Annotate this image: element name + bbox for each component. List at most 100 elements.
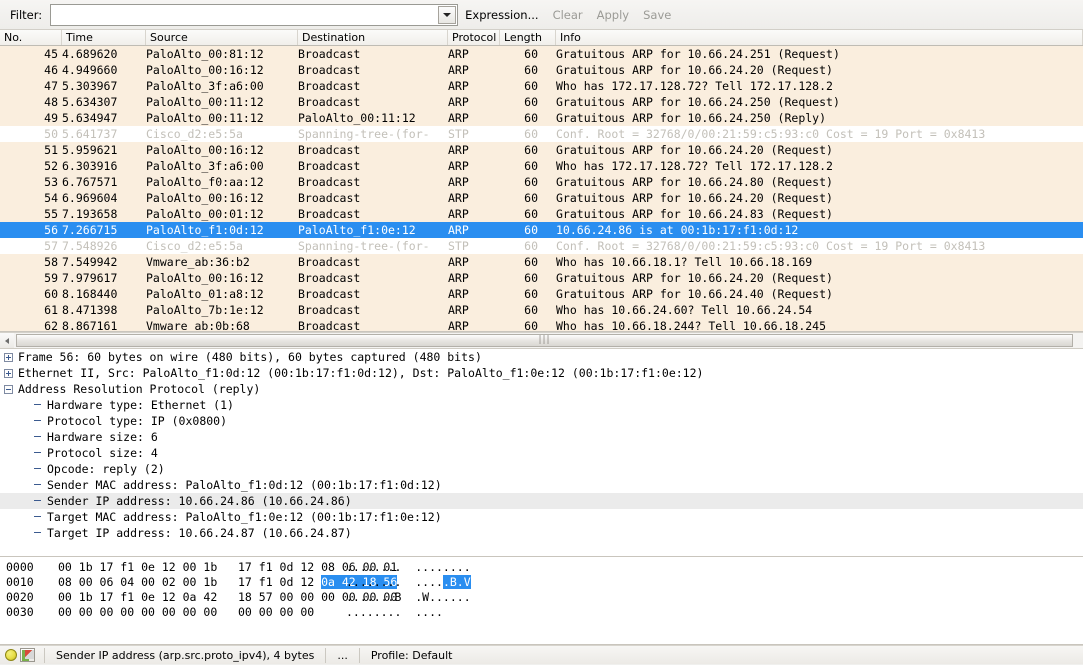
packet-cell-source: PaloAlto_7b:1e:12 <box>146 303 264 317</box>
packet-row[interactable]: 48 5.634307 PaloAlto_00:11:12 Broadcast ARP 6… <box>0 94 1083 110</box>
packet-bytes-pane[interactable]: 0000 00 1b 17 f1 0e 12 00 1b 17 f1 0d 12 … <box>0 557 1083 645</box>
chevron-down-icon[interactable] <box>438 5 457 24</box>
packet-row[interactable]: 56 7.266715 PaloAlto_f1:0d:12 PaloAlto_f1:0… <box>0 222 1083 238</box>
packet-row[interactable]: 46 4.949660 PaloAlto_00:16:12 Broadcast ARP 6… <box>0 62 1083 78</box>
packet-cell-protocol: ARP <box>448 207 469 221</box>
detail-tree-item[interactable]: Target IP address: 10.66.24.87 (10.66.24… <box>0 525 1083 541</box>
detail-tree-item[interactable]: Sender IP address: 10.66.24.86 (10.66.24… <box>0 493 1083 509</box>
hex-offset: 0030 <box>6 605 34 619</box>
packet-cell-protocol: STP <box>448 127 469 141</box>
packet-cell-no: 53 <box>44 175 58 189</box>
detail-tree-item[interactable]: Frame 56: 60 bytes on wire (480 bits), 6… <box>0 349 1083 365</box>
packet-row[interactable]: 58 7.549942 Vmware_ab:36:b2 Broadcast ARP 60 W… <box>0 254 1083 270</box>
hex-dump-row[interactable]: 0010 08 00 06 04 00 02 00 1b 17 f1 0d 12 … <box>0 575 1083 590</box>
packet-row[interactable]: 47 5.303967 PaloAlto_3f:a6:00 Broadcast ARP 6… <box>0 78 1083 94</box>
detail-tree-item[interactable]: Hardware type: Ethernet (1) <box>0 397 1083 413</box>
hex-bytes: 00 00 00 00 00 00 00 00 00 00 00 00 <box>58 605 346 620</box>
hex-ascii-plain: .......B .W...... <box>346 590 471 604</box>
column-header-length[interactable]: Length <box>500 30 556 45</box>
packet-cell-destination: Broadcast <box>298 191 361 205</box>
packet-cell-length: 60 <box>524 223 538 237</box>
packet-cell-info: Who has 10.66.24.60? Tell 10.66.24.54 <box>556 303 813 317</box>
packet-cell-length: 60 <box>524 159 538 173</box>
packet-cell-time: 5.303967 <box>62 79 118 93</box>
packet-cell-no: 46 <box>44 63 58 77</box>
collapse-minus-icon[interactable] <box>4 384 13 394</box>
filter-label: Filter: <box>10 7 43 22</box>
detail-tree-item[interactable]: Sender MAC address: PaloAlto_f1:0d:12 (0… <box>0 477 1083 493</box>
packet-row[interactable]: 52 6.303916 PaloAlto_3f:a6:00 Broadcast ARP 6… <box>0 158 1083 174</box>
detail-tree-item[interactable]: Address Resolution Protocol (reply) <box>0 381 1083 397</box>
filter-input[interactable] <box>51 4 438 25</box>
hex-dump-row[interactable]: 0020 00 1b 17 f1 0e 12 0a 42 18 57 00 00 … <box>0 590 1083 605</box>
packet-cell-protocol: ARP <box>448 95 469 109</box>
packet-cell-length: 60 <box>524 127 538 141</box>
packet-row[interactable]: 54 6.969604 PaloAlto_00:16:12 Broadcast ARP 6… <box>0 190 1083 206</box>
packet-cell-protocol: ARP <box>448 271 469 285</box>
column-header-no[interactable]: No. <box>0 30 62 45</box>
detail-tree-item[interactable]: Protocol size: 4 <box>0 445 1083 461</box>
packet-row[interactable]: 53 6.767571 PaloAlto_f0:aa:12 Broadcast ARP 6… <box>0 174 1083 190</box>
save-button[interactable]: Save <box>636 8 678 22</box>
expand-plus-icon[interactable] <box>4 352 13 362</box>
filter-combobox[interactable] <box>50 3 459 26</box>
packet-list-hscrollbar[interactable]: ||| <box>0 332 1083 349</box>
detail-tree-item[interactable]: Hardware size: 6 <box>0 429 1083 445</box>
packet-row[interactable]: 62 8.867161 Vmware_ab:0b:68 Broadcast ARP 60 W… <box>0 318 1083 331</box>
clear-button[interactable]: Clear <box>546 8 590 22</box>
status-profile-text[interactable]: Profile: Default <box>365 649 459 662</box>
expand-plus-icon[interactable] <box>4 368 13 378</box>
packet-row[interactable]: 45 4.689620 PaloAlto_00:81:12 Broadcast ARP 6… <box>0 46 1083 62</box>
yellow-circle-icon[interactable] <box>5 649 17 661</box>
column-header-source[interactable]: Source <box>146 30 298 45</box>
capture-file-icon[interactable] <box>20 648 35 662</box>
wireshark-window: Filter: Expression... Clear Apply Save N… <box>0 0 1083 665</box>
hex-ascii-plain: ........ .... <box>346 605 443 619</box>
packet-cell-source: PaloAlto_01:a8:12 <box>146 287 264 301</box>
packet-cell-destination: Broadcast <box>298 319 361 331</box>
packet-row[interactable]: 51 5.959621 PaloAlto_00:16:12 Broadcast ARP 6… <box>0 142 1083 158</box>
hex-ascii: ........ .... <box>346 605 443 620</box>
packet-cell-source: PaloAlto_00:16:12 <box>146 63 264 77</box>
column-header-info[interactable]: Info <box>556 30 1083 45</box>
packet-cell-source: PaloAlto_00:16:12 <box>146 191 264 205</box>
packet-cell-time: 8.168440 <box>62 287 118 301</box>
hex-dump-row[interactable]: 0000 00 1b 17 f1 0e 12 00 1b 17 f1 0d 12 … <box>0 560 1083 575</box>
column-header-protocol[interactable]: Protocol <box>448 30 500 45</box>
packet-list-rows[interactable]: 45 4.689620 PaloAlto_00:81:12 Broadcast ARP 6… <box>0 46 1083 331</box>
packet-row[interactable]: 59 7.979617 PaloAlto_00:16:12 Broadcast ARP 6… <box>0 270 1083 286</box>
column-header-time[interactable]: Time <box>62 30 146 45</box>
packet-row[interactable]: 49 5.634947 PaloAlto_00:11:12 PaloAlto_00:1… <box>0 110 1083 126</box>
packet-cell-protocol: ARP <box>448 191 469 205</box>
detail-tree-item[interactable]: Protocol type: IP (0x0800) <box>0 413 1083 429</box>
hex-dump-row[interactable]: 0030 00 00 00 00 00 00 00 00 00 00 00 00.… <box>0 605 1083 620</box>
packet-cell-info: Gratuitous ARP for 10.66.24.251 (Request… <box>556 47 840 61</box>
packet-row[interactable]: 55 7.193658 PaloAlto_00:01:12 Broadcast ARP 6… <box>0 206 1083 222</box>
tree-spacer <box>33 433 42 442</box>
packet-cell-source: PaloAlto_3f:a6:00 <box>146 79 264 93</box>
column-header-destination[interactable]: Destination <box>298 30 448 45</box>
hscroll-thumb[interactable]: ||| <box>16 334 1073 347</box>
packet-cell-no: 59 <box>44 271 58 285</box>
expression-button[interactable]: Expression... <box>458 8 545 22</box>
detail-tree-item[interactable]: Opcode: reply (2) <box>0 461 1083 477</box>
apply-button[interactable]: Apply <box>590 8 636 22</box>
detail-tree-item[interactable]: Target MAC address: PaloAlto_f1:0e:12 (0… <box>0 509 1083 525</box>
packet-detail-pane[interactable]: Frame 56: 60 bytes on wire (480 bits), 6… <box>0 349 1083 557</box>
hscroll-track[interactable]: ||| <box>14 333 1083 348</box>
packet-row[interactable]: 61 8.471398 PaloAlto_7b:1e:12 Broadcast ARP 6… <box>0 302 1083 318</box>
packet-cell-no: 60 <box>44 287 58 301</box>
packet-cell-destination: Broadcast <box>298 255 361 269</box>
packet-cell-no: 54 <box>44 191 58 205</box>
packet-cell-time: 8.471398 <box>62 303 118 317</box>
packet-cell-no: 55 <box>44 207 58 221</box>
packet-cell-destination: Broadcast <box>298 143 361 157</box>
packet-cell-time: 5.634307 <box>62 95 118 109</box>
packet-cell-source: PaloAlto_3f:a6:00 <box>146 159 264 173</box>
detail-tree-item-label: Protocol size: 4 <box>47 446 158 460</box>
packet-row[interactable]: 50 5.641737 Cisco_d2:e5:5a Spanning-tree-(f… <box>0 126 1083 142</box>
scroll-left-arrow-icon[interactable] <box>0 333 14 348</box>
packet-row[interactable]: 57 7.548926 Cisco_d2:e5:5a Spanning-tree-(f… <box>0 238 1083 254</box>
detail-tree-item[interactable]: Ethernet II, Src: PaloAlto_f1:0d:12 (00:… <box>0 365 1083 381</box>
packet-row[interactable]: 60 8.168440 PaloAlto_01:a8:12 Broadcast ARP 6… <box>0 286 1083 302</box>
